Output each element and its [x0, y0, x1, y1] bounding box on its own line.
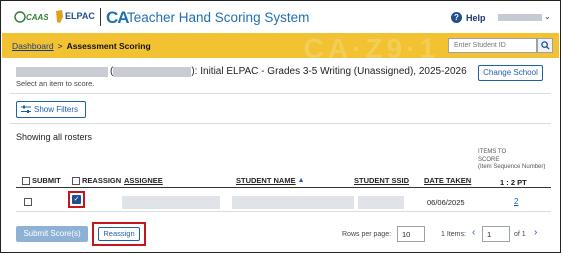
redacted-school-code — [113, 66, 192, 77]
chevron-left-icon[interactable]: ‹ — [472, 227, 475, 238]
sort-ascending-icon: ▲ — [297, 177, 305, 184]
select-all-submit-checkbox[interactable] — [22, 176, 30, 185]
user-menu-redacted[interactable] — [498, 14, 542, 21]
rows-per-page-label: Rows per page: — [342, 231, 392, 238]
divider — [10, 123, 551, 124]
svg-text:ELPAC: ELPAC — [65, 11, 95, 21]
divider — [10, 93, 551, 94]
student-name-header-label: STUDENT NAME — [236, 176, 296, 185]
decorative-background-icon: CA·Z9·1 — [303, 33, 439, 58]
redacted-school-name — [16, 66, 108, 77]
page-subtext: Select an item to score. — [16, 79, 95, 88]
items-to-score-line2: SCORE — [478, 156, 500, 163]
search-button[interactable] — [537, 38, 553, 53]
app-title: Teacher Hand Scoring System — [127, 10, 310, 25]
title-suffix: ): Initial ELPAC - Grades 3-5 Writing (U… — [191, 66, 467, 77]
breadcrumb-separator: > — [57, 41, 63, 51]
help-label: Help — [466, 12, 486, 23]
item-points-header: 1 : 2 PT — [500, 178, 527, 187]
submit-header-label: SUBMIT — [32, 176, 61, 185]
items-to-score-line1: ITEMS TO — [478, 149, 507, 155]
app-header: CAASPP ELPAC CA Teacher Hand Scoring Sys… — [2, 2, 559, 32]
submit-row-checkbox[interactable] — [24, 198, 32, 206]
reassign-highlight-box: ✓ — [68, 191, 85, 208]
rows-per-page-input[interactable]: 10 — [397, 226, 425, 242]
reassign-button[interactable]: Reassign — [98, 227, 140, 241]
chevron-down-icon[interactable]: ⌄ — [544, 12, 551, 21]
page-title: ( ): Initial ELPAC - Grades 3-5 Writing … — [16, 66, 467, 77]
breadcrumb-dashboard[interactable]: Dashboard — [12, 41, 54, 51]
reassign-header-label: REASSIGN — [82, 176, 122, 185]
change-school-button[interactable]: Change School — [478, 65, 543, 81]
elpac-logo: ELPAC — [56, 10, 95, 23]
reassign-highlight-box: Reassign — [92, 222, 146, 246]
search-icon — [540, 41, 550, 50]
reassign-row-checkbox[interactable]: ✓ — [72, 195, 81, 204]
select-all-reassign-checkbox[interactable] — [72, 176, 80, 185]
submit-scores-button[interactable]: Submit Score(s) — [16, 226, 88, 242]
student-id-search-input[interactable]: Enter Student ID — [448, 38, 537, 53]
redacted-student-ssid — [358, 196, 404, 209]
table-header-rule — [16, 187, 551, 188]
items-count-label: 1 Items: — [441, 231, 466, 238]
reassign-column-header: REASSIGN — [72, 176, 121, 185]
breadcrumb: Dashboard > Assessment Scoring — [12, 41, 151, 51]
redacted-student-name — [232, 196, 354, 209]
caaspp-logo: CAASPP — [14, 11, 48, 23]
logo-divider — [100, 8, 101, 26]
assignee-column-header[interactable]: ASSIGNEE — [124, 176, 163, 185]
date-taken-cell: 06/06/2025 — [427, 198, 465, 207]
show-filters-label: Show Filters — [34, 105, 79, 114]
items-to-score-header: ITEMS TO SCORE (Item Sequence Number) — [478, 149, 548, 172]
ca-logo-icon: CA — [106, 8, 130, 27]
page-of-label: of 1 — [514, 231, 526, 238]
row-divider — [16, 211, 551, 212]
redacted-assignee — [122, 196, 220, 209]
items-to-score-line3: (Item Sequence Number) — [478, 164, 546, 170]
svg-text:CAASPP: CAASPP — [26, 13, 48, 22]
breadcrumb-current: Assessment Scoring — [66, 41, 151, 51]
student-name-column-header[interactable]: STUDENT NAME ▲ — [236, 176, 305, 185]
question-icon: ? — [451, 12, 462, 23]
submit-column-header: SUBMIT — [22, 176, 61, 185]
chevron-right-icon[interactable]: › — [534, 227, 537, 238]
showing-label: Showing all rosters — [16, 132, 93, 142]
help-link[interactable]: ? Help — [451, 12, 486, 23]
student-ssid-column-header[interactable]: STUDENT SSID — [354, 176, 409, 185]
page-number-input[interactable]: 1 — [482, 226, 510, 242]
date-taken-column-header[interactable]: DATE TAKEN — [424, 176, 471, 185]
filter-sliders-icon — [21, 105, 31, 113]
items-to-score-link[interactable]: 2 — [514, 197, 518, 206]
breadcrumb-bar: CA·Z9·1 Dashboard > Assessment Scoring E… — [2, 33, 559, 58]
show-filters-button[interactable]: Show Filters — [16, 101, 86, 118]
